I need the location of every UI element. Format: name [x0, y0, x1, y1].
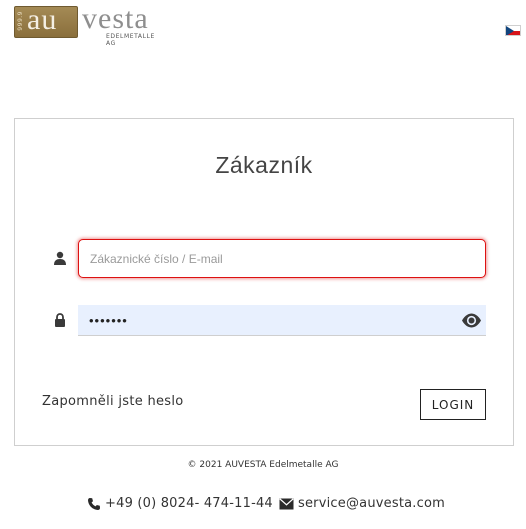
lock-icon — [55, 313, 65, 327]
logo-tagline: EDELMETALLE AG — [106, 33, 155, 47]
login-card: Zákazník Zapomněli jste heslo LOGIN — [14, 118, 514, 446]
user-icon — [54, 251, 66, 265]
flag-blue-triangle — [506, 26, 514, 35]
email-address: service@auvesta.com — [298, 496, 445, 511]
eye-icon[interactable] — [461, 312, 482, 329]
auvesta-logo[interactable]: 999.9 au vesta EDELMETALLE AG — [14, 2, 166, 47]
phone-number: +49 (0) 8024- 474-11-44 — [105, 496, 273, 511]
login-button[interactable]: LOGIN — [420, 389, 486, 420]
logo-purity: 999.9 — [17, 11, 24, 31]
czech-flag-icon[interactable] — [505, 25, 521, 36]
logo-badge: 999.9 au — [14, 3, 78, 38]
page-title: Zákazník — [215, 152, 313, 178]
logo-brand-au: au — [27, 3, 58, 36]
customer-number-email-input[interactable] — [78, 239, 486, 278]
forgot-password-link[interactable]: Zapomněli jste heslo — [42, 394, 184, 409]
phone-icon — [88, 497, 100, 510]
logo-brand-rest: vesta — [82, 2, 149, 35]
copyright-text: © 2021 AUVESTA Edelmetalle AG — [187, 460, 339, 470]
envelope-icon — [279, 497, 294, 509]
password-input[interactable] — [78, 305, 486, 336]
contact-phone[interactable]: +49 (0) 8024- 474-11-44 — [87, 496, 273, 511]
contact-email[interactable]: service@auvesta.com — [279, 496, 445, 511]
